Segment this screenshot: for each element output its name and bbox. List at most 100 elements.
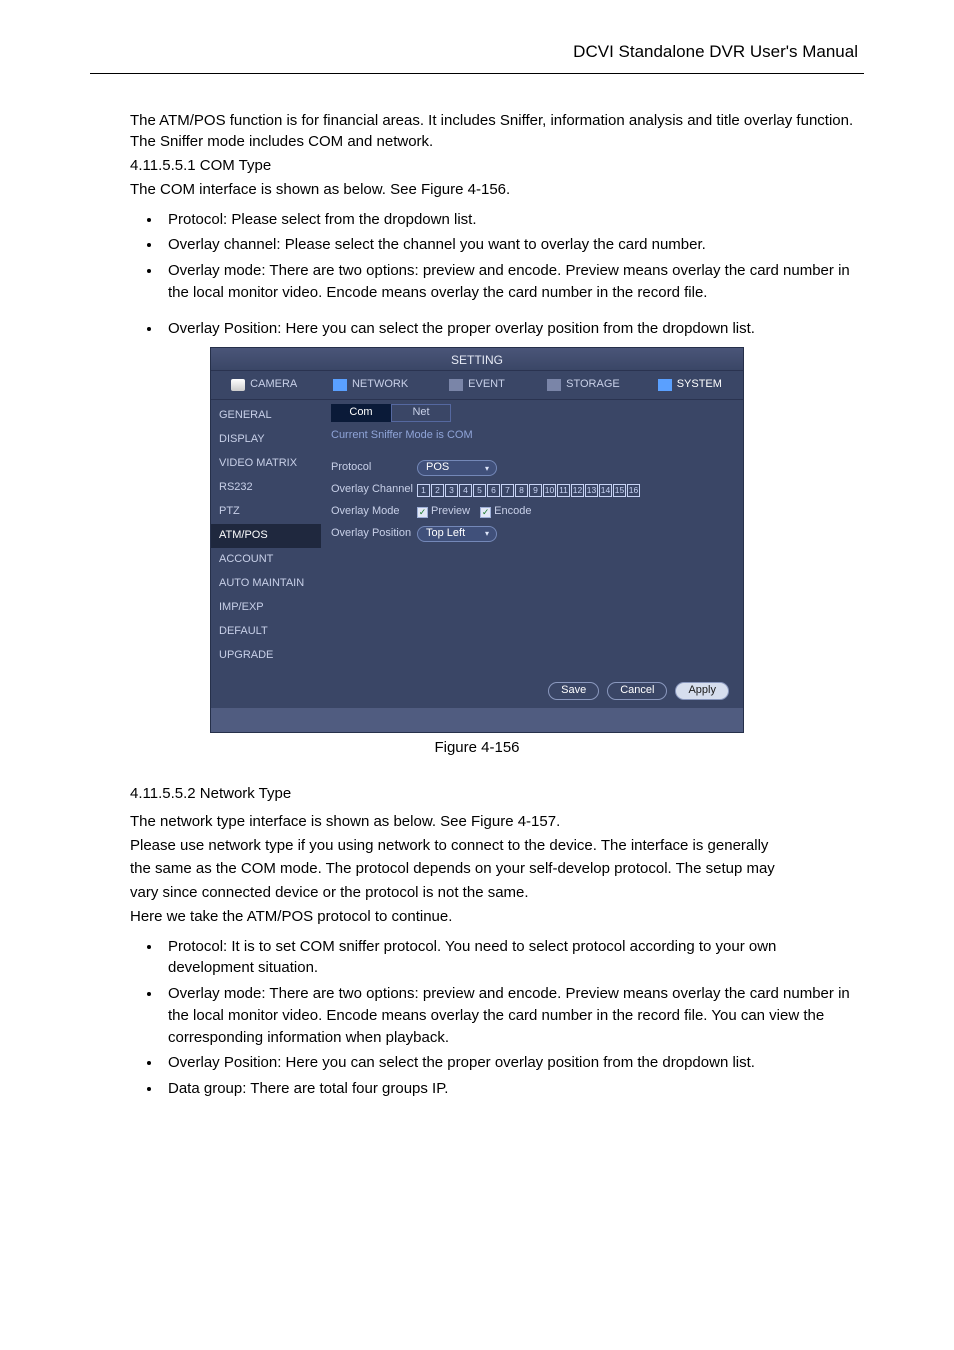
channel-13[interactable]: 13 bbox=[585, 484, 598, 497]
tab-camera[interactable]: CAMERA bbox=[211, 371, 317, 399]
sniffer-mode-line: Current Sniffer Mode is COM bbox=[331, 428, 733, 444]
window-title: SETTING bbox=[211, 348, 743, 370]
com-bullet-protocol: Protocol: Please select from the dropdow… bbox=[162, 209, 864, 231]
camera-icon bbox=[231, 379, 245, 391]
label-overlay-channel: Overlay Channel bbox=[331, 482, 417, 498]
channel-11[interactable]: 11 bbox=[557, 484, 570, 497]
net-bullet-protocol: Protocol: It is to set COM sniffer proto… bbox=[162, 936, 864, 980]
checkbox-preview-label: Preview bbox=[431, 504, 470, 520]
tab-event[interactable]: EVENT bbox=[424, 371, 530, 399]
channel-9[interactable]: 9 bbox=[529, 484, 542, 497]
sidebar-item-default[interactable]: DEFAULT bbox=[211, 620, 321, 644]
com-bullets-2: Overlay Position: Here you can select th… bbox=[162, 318, 864, 340]
sidebar-item-general[interactable]: GENERAL bbox=[211, 404, 321, 428]
channel-3[interactable]: 3 bbox=[445, 484, 458, 497]
com-bullet-position: Overlay Position: Here you can select th… bbox=[162, 318, 864, 340]
tab-network-label: NETWORK bbox=[352, 377, 408, 393]
com-bullets: Protocol: Please select from the dropdow… bbox=[162, 209, 864, 304]
intro-para-1: The ATM/POS function is for financial ar… bbox=[130, 110, 864, 154]
channel-1[interactable]: 1 bbox=[417, 484, 430, 497]
subtabs: Com Net bbox=[331, 404, 733, 422]
header-rule bbox=[90, 73, 864, 74]
channel-10[interactable]: 10 bbox=[543, 484, 556, 497]
dropdown-protocol[interactable]: POS ▾ bbox=[417, 460, 497, 476]
screenshot: SETTING CAMERA NETWORK EVENT STORAGE SYS… bbox=[210, 347, 744, 733]
channel-7[interactable]: 7 bbox=[501, 484, 514, 497]
checkbox-encode-label: Encode bbox=[494, 504, 531, 520]
button-row: Save Cancel Apply bbox=[548, 682, 729, 700]
tab-network[interactable]: NETWORK bbox=[317, 371, 423, 399]
system-icon bbox=[658, 379, 672, 391]
net-intro-2: Please use network type if you using net… bbox=[130, 835, 864, 857]
channel-4[interactable]: 4 bbox=[459, 484, 472, 497]
tab-system-label: SYSTEM bbox=[677, 377, 722, 393]
sidebar-item-ptz[interactable]: PTZ bbox=[211, 500, 321, 524]
subtab-net[interactable]: Net bbox=[391, 404, 451, 422]
event-icon bbox=[449, 379, 463, 391]
channel-15[interactable]: 15 bbox=[613, 484, 626, 497]
net-intro-1: The network type interface is shown as b… bbox=[130, 811, 864, 833]
sidebar: GENERAL DISPLAY VIDEO MATRIX RS232 PTZ A… bbox=[211, 400, 321, 708]
tab-storage[interactable]: STORAGE bbox=[530, 371, 636, 399]
net-type-heading: 4.11.5.5.2 Network Type bbox=[130, 783, 864, 805]
channel-2[interactable]: 2 bbox=[431, 484, 444, 497]
network-icon bbox=[333, 379, 347, 391]
row-overlay-mode: Overlay Mode ✓Preview ✓Encode bbox=[331, 504, 733, 520]
tab-system[interactable]: SYSTEM bbox=[637, 371, 743, 399]
sidebar-item-display[interactable]: DISPLAY bbox=[211, 428, 321, 452]
checkbox-preview[interactable]: ✓ bbox=[417, 507, 428, 518]
channel-14[interactable]: 14 bbox=[599, 484, 612, 497]
channel-8[interactable]: 8 bbox=[515, 484, 528, 497]
net-bullet-mode: Overlay mode: There are two options: pre… bbox=[162, 983, 864, 1048]
sidebar-item-rs232[interactable]: RS232 bbox=[211, 476, 321, 500]
com-bullet-channel: Overlay channel: Please select the chann… bbox=[162, 234, 864, 256]
page-container: DCVI Standalone DVR User's Manual The AT… bbox=[0, 0, 954, 1148]
cancel-button[interactable]: Cancel bbox=[607, 682, 667, 700]
label-overlay-mode: Overlay Mode bbox=[331, 504, 417, 520]
row-protocol: Protocol POS ▾ bbox=[331, 460, 733, 476]
channel-6[interactable]: 6 bbox=[487, 484, 500, 497]
row-overlay-position: Overlay Position Top Left ▾ bbox=[331, 526, 733, 542]
sidebar-item-video-matrix[interactable]: VIDEO MATRIX bbox=[211, 452, 321, 476]
sidebar-item-imp-exp[interactable]: IMP/EXP bbox=[211, 596, 321, 620]
checkbox-encode[interactable]: ✓ bbox=[480, 507, 491, 518]
sidebar-item-auto-maintain[interactable]: AUTO MAINTAIN bbox=[211, 572, 321, 596]
chevron-down-icon: ▾ bbox=[482, 463, 492, 473]
subtab-com[interactable]: Com bbox=[331, 404, 391, 422]
main-tabs: CAMERA NETWORK EVENT STORAGE SYSTEM bbox=[211, 370, 743, 400]
apply-button[interactable]: Apply bbox=[675, 682, 729, 700]
net-intro-5: Here we take the ATM/POS protocol to con… bbox=[130, 906, 864, 928]
net-intro-3: the same as the COM mode. The protocol d… bbox=[130, 858, 864, 880]
dropdown-overlay-position[interactable]: Top Left ▾ bbox=[417, 526, 497, 542]
sidebar-item-account[interactable]: ACCOUNT bbox=[211, 548, 321, 572]
net-bullets: Protocol: It is to set COM sniffer proto… bbox=[162, 936, 864, 1100]
figure-4-156: SETTING CAMERA NETWORK EVENT STORAGE SYS… bbox=[90, 347, 864, 733]
channel-boxes: 1 2 3 4 5 6 7 8 9 10 11 12 13 bbox=[417, 484, 640, 497]
sidebar-item-atm-pos[interactable]: ATM/POS bbox=[211, 524, 321, 548]
net-bullet-position: Overlay Position: Here you can select th… bbox=[162, 1052, 864, 1074]
intro-para-3: The COM interface is shown as below. See… bbox=[130, 179, 864, 201]
figure-caption: Figure 4-156 bbox=[90, 737, 864, 759]
dropdown-protocol-value: POS bbox=[426, 460, 449, 476]
com-bullet-mode: Overlay mode: There are two options: pre… bbox=[162, 260, 864, 304]
chevron-down-icon: ▾ bbox=[482, 529, 492, 539]
channel-16[interactable]: 16 bbox=[627, 484, 640, 497]
label-overlay-position: Overlay Position bbox=[331, 526, 417, 542]
sidebar-item-upgrade[interactable]: UPGRADE bbox=[211, 644, 321, 668]
storage-icon bbox=[547, 379, 561, 391]
save-button[interactable]: Save bbox=[548, 682, 599, 700]
tab-camera-label: CAMERA bbox=[250, 377, 297, 393]
channel-12[interactable]: 12 bbox=[571, 484, 584, 497]
settings-panel: Com Net Current Sniffer Mode is COM Prot… bbox=[321, 400, 743, 708]
tab-storage-label: STORAGE bbox=[566, 377, 620, 393]
footerbar bbox=[211, 708, 743, 732]
intro-para-2: 4.11.5.5.1 COM Type bbox=[130, 155, 864, 177]
net-bullet-group: Data group: There are total four groups … bbox=[162, 1078, 864, 1100]
dropdown-overlay-position-value: Top Left bbox=[426, 526, 465, 542]
net-intro-4: vary since connected device or the proto… bbox=[130, 882, 864, 904]
row-overlay-channel: Overlay Channel 1 2 3 4 5 6 7 8 9 10 bbox=[331, 482, 733, 498]
page-header: DCVI Standalone DVR User's Manual bbox=[90, 40, 864, 65]
label-protocol: Protocol bbox=[331, 460, 417, 476]
channel-5[interactable]: 5 bbox=[473, 484, 486, 497]
tab-event-label: EVENT bbox=[468, 377, 505, 393]
